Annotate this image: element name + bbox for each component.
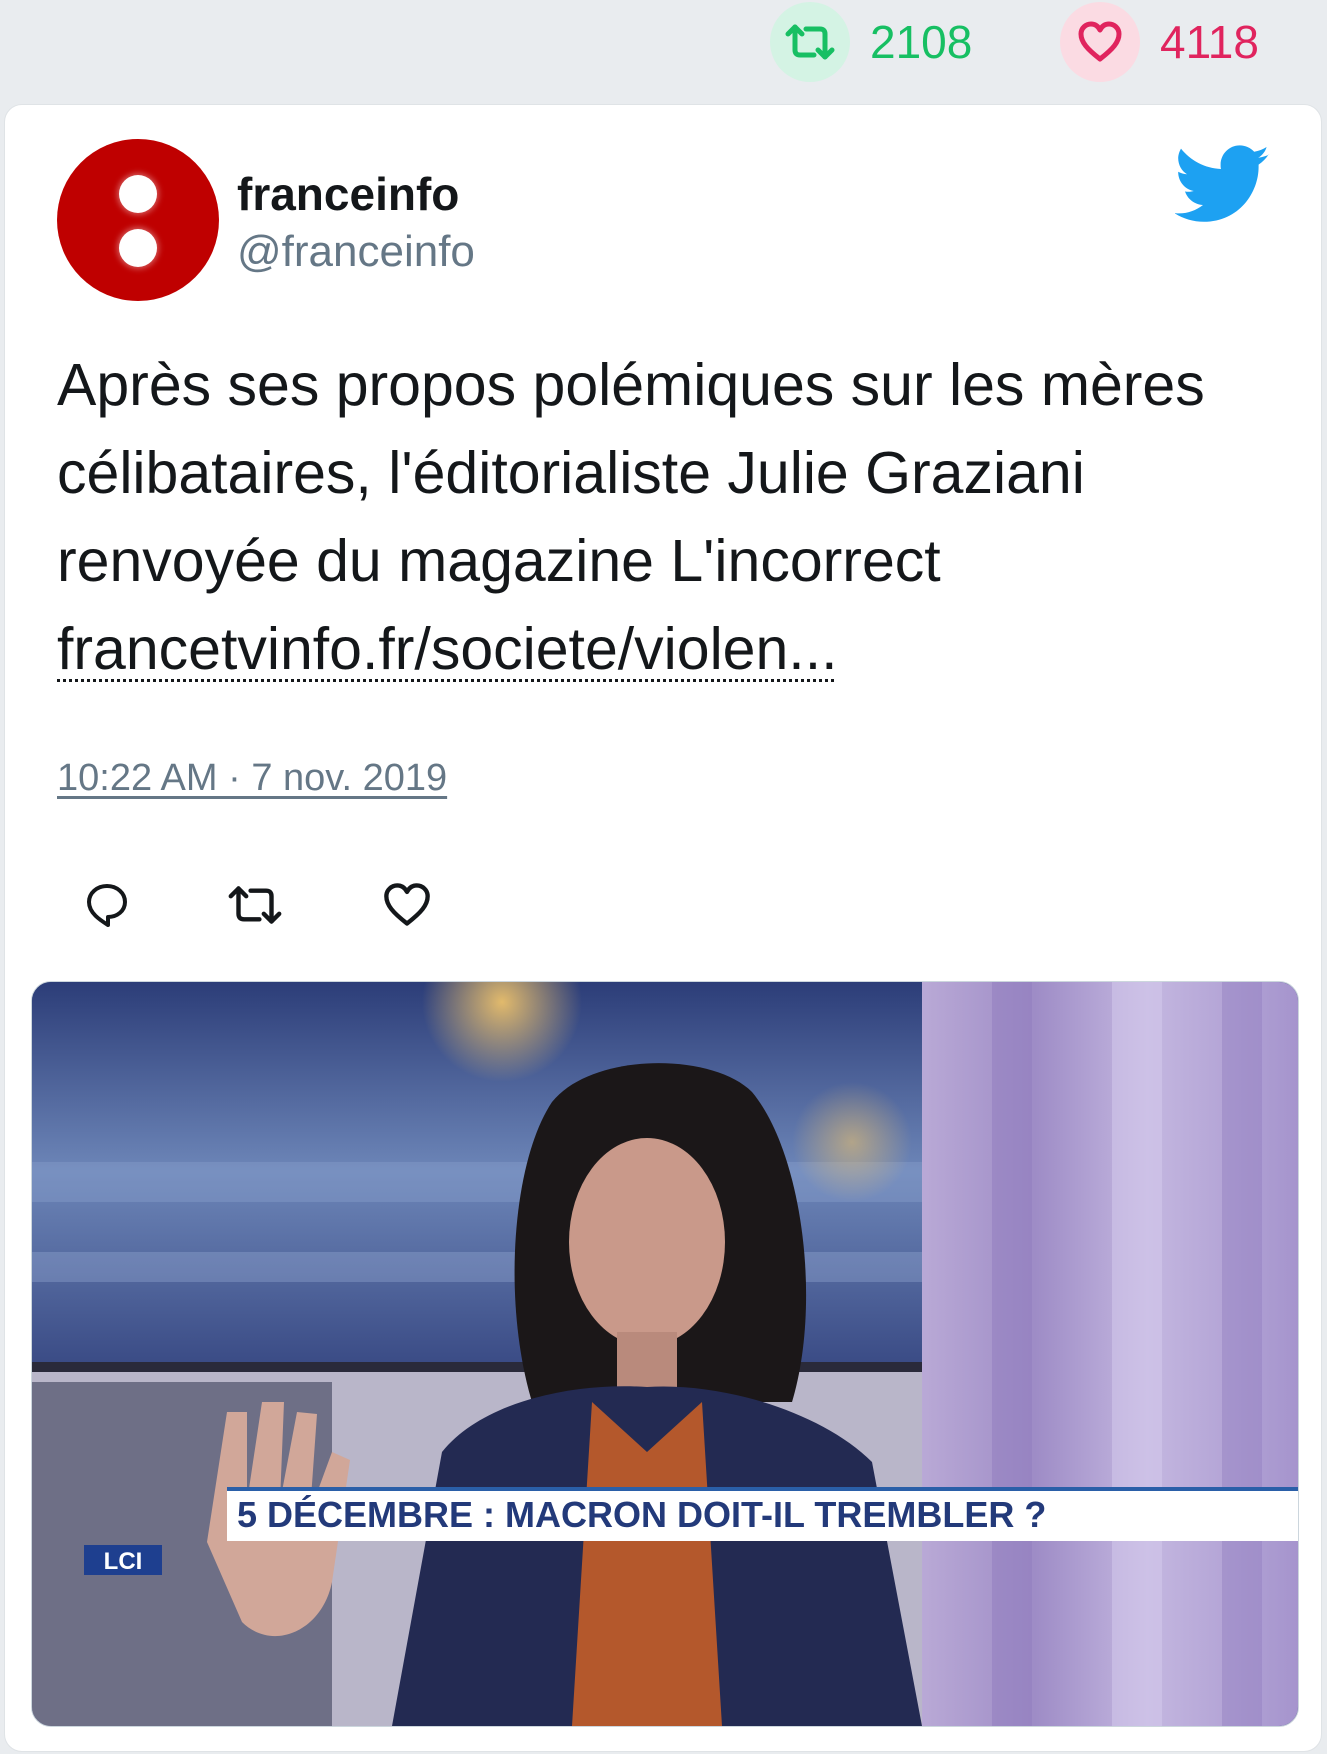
author-handle[interactable]: @franceinfo (237, 227, 475, 277)
avatar[interactable] (57, 139, 219, 301)
retweet-button[interactable] (225, 875, 285, 935)
media-scene: 5 DÉCEMBRE : MACRON DOIT-IL TREMBLER ? L… (32, 982, 1298, 1726)
tweet-card: franceinfo @franceinfo Après ses propos … (4, 104, 1322, 1752)
retweet-stat[interactable]: 2108 (770, 2, 972, 82)
reply-icon (87, 884, 127, 927)
person-face (569, 1138, 725, 1346)
reply-button[interactable] (77, 875, 137, 935)
retweet-icon (770, 2, 850, 82)
tweet-timestamp[interactable]: 10:22 AM · 7 nov. 2019 (57, 757, 447, 800)
heart-icon (1060, 2, 1140, 82)
lci-logo-text: LCI (104, 1548, 143, 1575)
tweet-text: Après ses propos polémiques sur les mère… (57, 341, 1287, 693)
tweet-media-image[interactable]: 5 DÉCEMBRE : MACRON DOIT-IL TREMBLER ? L… (31, 981, 1299, 1727)
retweet-count: 2108 (870, 16, 973, 68)
tweet-link[interactable]: francetvinfo.fr/societe/violen... (57, 616, 837, 682)
twitter-bird-icon[interactable] (1175, 145, 1271, 225)
stats-bar: 2108 4118 (0, 0, 1327, 100)
avatar-dot-bottom (119, 229, 157, 267)
like-count: 4118 (1160, 16, 1259, 68)
like-button[interactable] (377, 875, 437, 935)
like-stat[interactable]: 4118 (1060, 2, 1259, 82)
author-name[interactable]: franceinfo (237, 167, 459, 221)
avatar-dot-top (119, 175, 157, 213)
news-banner-text: 5 DÉCEMBRE : MACRON DOIT-IL TREMBLER ? (237, 1494, 1046, 1535)
retweet-icon (228, 886, 282, 924)
heart-icon (384, 883, 430, 926)
tweet-body: Après ses propos polémiques sur les mère… (57, 352, 1205, 594)
